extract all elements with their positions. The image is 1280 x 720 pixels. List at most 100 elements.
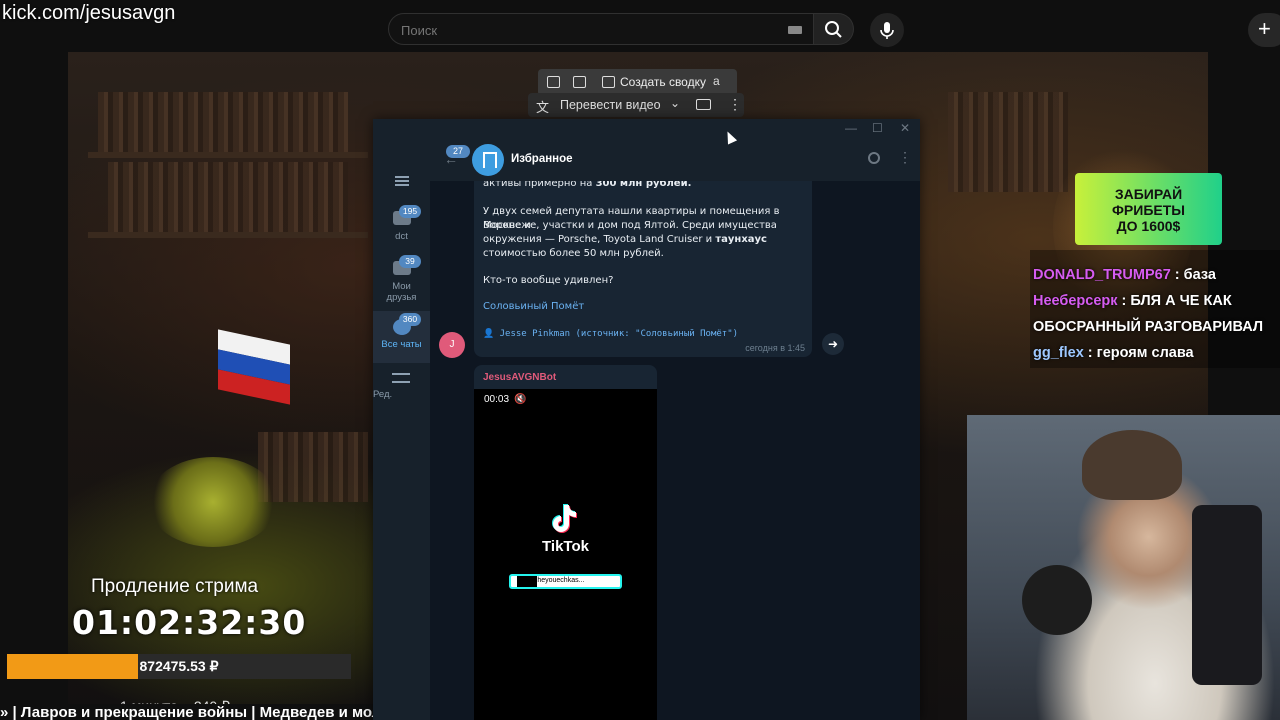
tiktok-logo-icon — [552, 504, 577, 533]
translate-video-bar: 文 Перевести видео ⌄ ⋮ — [528, 93, 744, 117]
create-summary-button[interactable]: Создать сводку — [620, 75, 706, 89]
maximize-icon[interactable]: ☐ — [872, 121, 883, 135]
minimize-icon[interactable]: — — [845, 121, 857, 135]
chat-nick: DONALD_TRUMP67 — [1033, 267, 1171, 283]
search-input[interactable] — [401, 20, 771, 40]
translate-icon: 文 — [536, 100, 550, 115]
message-bold: 300 млн рублей. — [595, 181, 692, 189]
tiktok-handle: @etozheyouechkas... — [509, 574, 622, 589]
bookshelf — [98, 92, 348, 152]
window-titlebar[interactable]: — ☐ ✕ — [373, 119, 920, 141]
top-bar: + — [0, 0, 1280, 52]
chat-nick: Нееберсерк — [1033, 293, 1118, 309]
chat-text: героям слава — [1096, 345, 1194, 361]
message-line: активы примерно на 300 млн рублей. — [483, 181, 691, 191]
share-icon[interactable]: ➜ — [822, 333, 844, 355]
tiktok-mini-icon — [517, 576, 537, 587]
unread-badge: 39 — [399, 255, 421, 268]
unread-badge: 27 — [446, 145, 470, 158]
news-ticker: » | Лавров и прекращение войны | Медведе… — [0, 704, 380, 720]
folder-label: dct — [395, 231, 408, 242]
search-icon[interactable] — [868, 152, 880, 164]
plant — [148, 457, 278, 547]
video-tools-popup: Создать сводку a — [538, 69, 737, 96]
message-line: Кто-то вообще удивлен? — [483, 275, 614, 286]
message-line: стоимостью более 50 млн рублей. — [483, 248, 664, 259]
voice-search-button[interactable] — [870, 13, 904, 47]
donation-bar: 872475.53 ₽ — [7, 654, 351, 679]
channel-link[interactable]: Соловьиный Помёт — [483, 301, 584, 312]
edit-folders-label[interactable]: Ред. — [373, 389, 430, 400]
search-box[interactable] — [388, 13, 814, 45]
chat-text: БЛЯ А ЧЕ КАК — [1130, 293, 1232, 309]
video-time: 00:03 — [484, 394, 510, 405]
russian-flag — [218, 329, 290, 405]
message-bold: таунхаус — [715, 234, 767, 245]
bookshelf-shelf — [88, 232, 368, 238]
search-icon — [825, 21, 842, 38]
chat-message: gg_flex : героям слава — [1033, 345, 1194, 361]
chat-header: ← 27 Избранное ⋮ — [430, 141, 920, 181]
timer-label: Продление стрима — [91, 576, 259, 597]
message-text: окружения — Porsche, Toyota Land Cruiser… — [483, 234, 716, 245]
search-button[interactable] — [814, 13, 854, 45]
screen: + kick.com/jesusavgn ЗАБИРАЙ ФРИБЕТЫ ДО … — [0, 0, 1280, 720]
promo-line: ЗАБИРАЙ — [1114, 186, 1183, 202]
stream-url: kick.com/jesusavgn — [2, 2, 176, 24]
message-line: окружения — Porsche, Toyota Land Cruiser… — [483, 233, 767, 247]
sender-name[interactable]: JesusAVGNBot — [483, 372, 556, 383]
stream-timer: 01:02:32:30 — [72, 603, 307, 642]
chat-nick: gg_flex — [1033, 345, 1084, 361]
message-time: сегодня в 1:45 — [745, 343, 805, 353]
folder-dct[interactable]: 195 dct — [373, 203, 430, 255]
bookmark-icon[interactable] — [472, 144, 504, 176]
more-icon[interactable]: ⋮ — [728, 96, 742, 113]
promo-banner[interactable]: ЗАБИРАЙ ФРИБЕТЫ ДО 1600$ — [1075, 173, 1222, 245]
translate-text-icon[interactable]: a — [713, 74, 720, 88]
bookshelf — [108, 162, 348, 232]
gaming-chair — [1192, 505, 1262, 685]
avatar[interactable]: J — [439, 332, 465, 358]
forward-source[interactable]: 👤 Jesse Pinkman (источник: "Соловьиный П… — [483, 329, 738, 339]
message-line: Воронеже, участки и дом под Ялтой. Среди… — [483, 220, 777, 231]
promo-line: ФРИБЕТЫ — [1111, 202, 1185, 218]
folder-label: Все чаты — [381, 339, 422, 350]
chat-message: Нееберсерк : БЛЯ А ЧЕ КАК — [1033, 293, 1232, 309]
bookshelf-shelf — [88, 152, 368, 158]
chat-message: ОБОСРАННЫЙ РАЗГОВАРИВАЛ — [1033, 314, 1280, 340]
tiktok-brand: TikTok — [542, 538, 589, 555]
donation-value: 872475.53 ₽ — [139, 658, 219, 674]
message-text: активы примерно на — [483, 181, 596, 189]
menu-icon[interactable] — [395, 176, 409, 186]
message-list[interactable]: активы примерно на 300 млн рублей. У дву… — [430, 181, 920, 720]
create-button[interactable]: + — [1248, 13, 1280, 47]
folder-sidebar: 195 dct 39 Мои друзья 360 Все чаты Ред. — [373, 141, 430, 720]
promo-line: ДО 1600$ — [1116, 218, 1181, 234]
streamer-head — [1082, 430, 1182, 500]
chevron-down-icon[interactable]: ⌄ — [670, 96, 680, 110]
video-player[interactable]: 00:03 🔇 TikTok @etozheyouechkas... — [474, 389, 657, 720]
close-icon[interactable]: ✕ — [900, 121, 910, 135]
folder-friends[interactable]: 39 Мои друзья — [373, 253, 430, 311]
subtitles-icon[interactable] — [696, 99, 711, 110]
unread-badge: 195 — [399, 205, 421, 218]
translate-video-button[interactable]: Перевести видео — [560, 98, 661, 112]
forwarded-message[interactable]: активы примерно на 300 млн рублей. У дву… — [474, 181, 812, 357]
keyboard-icon[interactable] — [788, 26, 802, 34]
summary-icon — [602, 76, 615, 88]
webcam — [967, 415, 1280, 720]
more-icon[interactable]: ⋮ — [898, 149, 912, 166]
folder-all-chats[interactable]: 360 Все чаты — [373, 311, 430, 363]
pip-icon[interactable] — [547, 76, 560, 88]
stream-chat: DONALD_TRUMP67 : база Нееберсерк : БЛЯ А… — [1033, 262, 1280, 366]
unread-badge: 360 — [399, 313, 421, 326]
chat-title[interactable]: Избранное — [511, 153, 573, 165]
video-message[interactable]: JesusAVGNBot 00:03 🔇 TikTok @etozheyouec… — [474, 365, 657, 720]
play-icon[interactable] — [573, 76, 586, 88]
chat-message: DONALD_TRUMP67 : база — [1033, 267, 1216, 283]
chat-text: ОБОСРАННЫЙ РАЗГОВАРИВАЛ — [1033, 319, 1264, 335]
edit-folders-icon[interactable] — [392, 373, 410, 383]
bookshelf — [948, 92, 1068, 192]
mute-icon[interactable]: 🔇 — [514, 394, 526, 405]
microphone — [1022, 565, 1092, 635]
